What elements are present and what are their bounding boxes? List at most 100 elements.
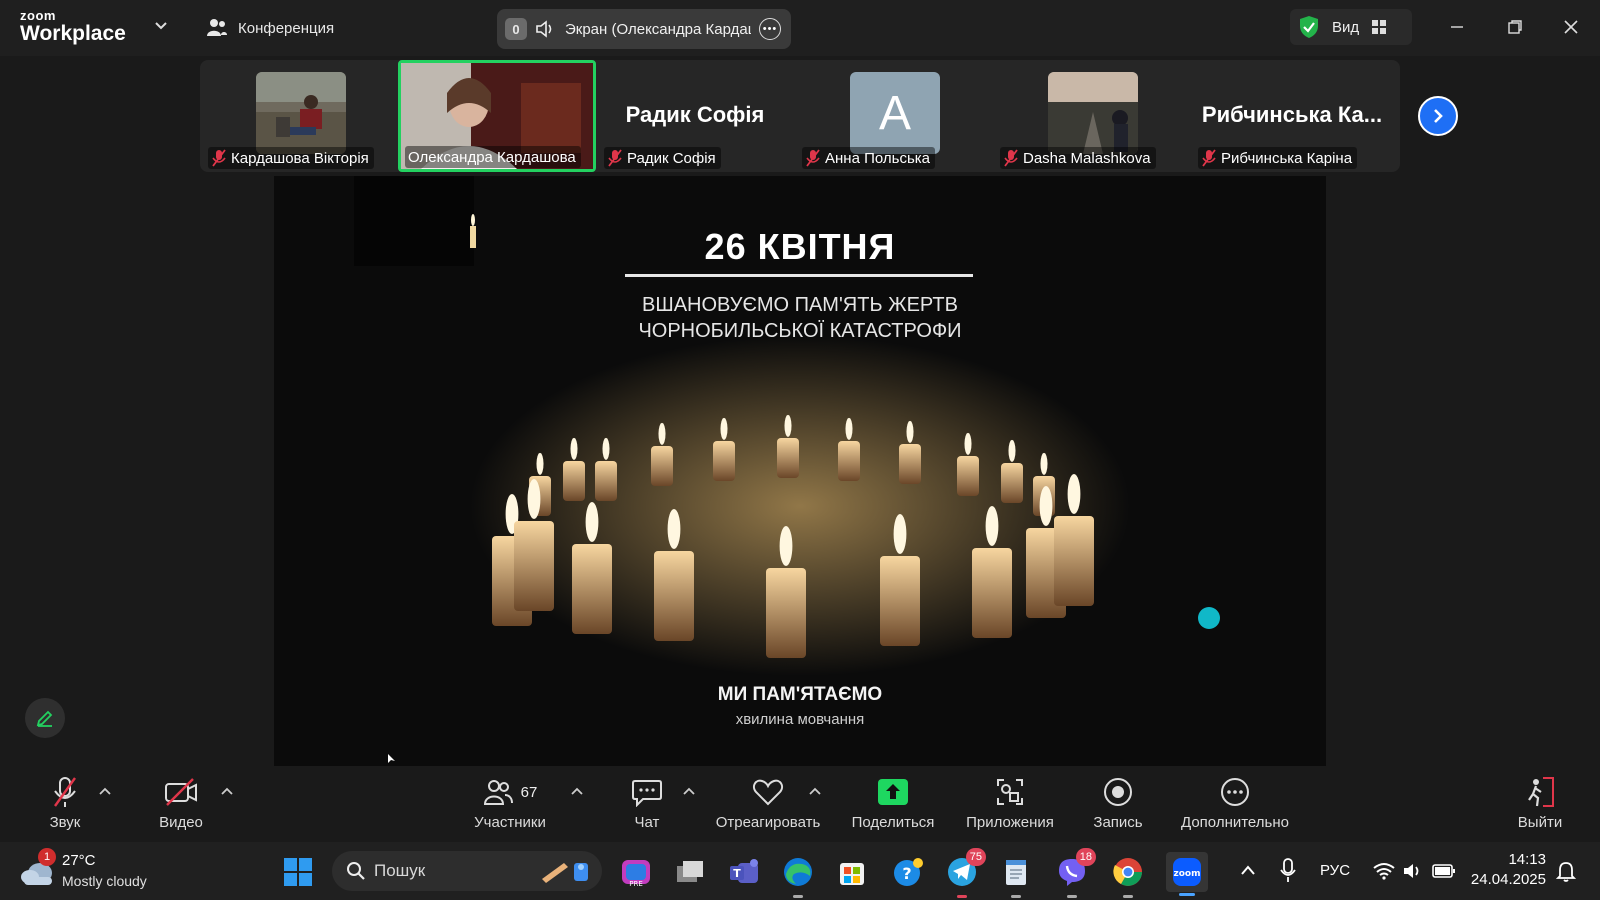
screen-share-pill[interactable]: 0 Экран (Олександра Кардашова) •••	[497, 9, 791, 49]
mic-off-icon	[1202, 149, 1216, 167]
copilot-icon: PRE	[622, 860, 650, 888]
notification-bell-icon[interactable]	[1556, 860, 1576, 882]
more-label: Дополнительно	[1181, 814, 1289, 831]
store-icon	[840, 863, 864, 885]
start-button[interactable]	[280, 854, 316, 890]
record-button[interactable]: Запись	[1086, 768, 1150, 842]
shared-screen: 26 КВІТНЯ ВШАНОВУЄМО ПАМ'ЯТЬ ЖЕРТВ ЧОРНО…	[274, 176, 1326, 766]
taskbar-app-edge[interactable]	[780, 854, 816, 898]
help-icon: ?	[894, 858, 923, 886]
participant-name: Кардашова Вікторія	[231, 149, 369, 167]
taskbar-app-zoom[interactable]: zoom	[1166, 852, 1208, 896]
participants-label: Участники	[474, 814, 546, 831]
weather-widget[interactable]: 1 27°C Mostly cloudy	[20, 848, 180, 894]
participants-icon	[483, 780, 513, 805]
running-indicator	[1067, 895, 1077, 898]
participant-tile[interactable]: A Анна Польська	[794, 60, 992, 172]
taskbar-app-teams[interactable]: T	[726, 854, 762, 890]
taskbar-app-copilot[interactable]: PRE	[618, 854, 654, 890]
participants-button[interactable]: 67 Участники	[470, 768, 550, 842]
chevron-up-icon[interactable]	[570, 786, 584, 796]
participant-tile[interactable]: Радик Софія Радик Софія	[596, 60, 794, 172]
wifi-icon[interactable]	[1372, 862, 1396, 880]
zoom-logo: zoom Workplace	[20, 9, 126, 44]
search-placeholder: Пошук	[374, 861, 426, 880]
taskbar-app-store[interactable]	[834, 854, 870, 890]
notepad-icon	[1006, 860, 1026, 885]
taskbar-app-telegram[interactable]: 75	[944, 848, 986, 898]
taskbar-app-help[interactable]: ?	[890, 854, 926, 890]
chat-button[interactable]: Чат	[622, 768, 672, 842]
chevron-up-icon[interactable]	[220, 786, 234, 796]
participant-name: Радик Софія	[627, 149, 716, 167]
apps-button[interactable]: Приложения	[960, 768, 1060, 842]
participant-nameplate: Dasha Malashkova	[1000, 147, 1156, 169]
edge-icon	[784, 858, 812, 886]
participant-nameplate: Олександра Кардашова	[405, 146, 581, 168]
react-label: Отреагировать	[715, 814, 821, 831]
screen-share-label: Экран (Олександра Кардашова)	[565, 20, 751, 38]
running-indicator	[793, 895, 803, 898]
svg-text:?: ?	[902, 864, 911, 883]
participant-display-name: Рибчинська Ка...	[1201, 102, 1383, 127]
participant-nameplate: Радик Софія	[604, 147, 721, 169]
slide-footer-subtitle: хвилина мовчання	[735, 711, 865, 728]
mic-off-icon	[1004, 149, 1018, 167]
taskbar-app-viber[interactable]: 18	[1054, 848, 1096, 898]
annotate-button[interactable]	[25, 698, 65, 738]
participant-tile[interactable]: Рибчинська Ка... Рибчинська Каріна	[1190, 60, 1394, 172]
taskbar-app-task-view[interactable]	[672, 854, 708, 890]
audio-button[interactable]: Звук	[40, 768, 90, 842]
slide-subtitle-line: ЧОРНОБИЛЬСЬКОЇ КАТАСТРОФИ	[638, 320, 962, 342]
participant-tile-active-speaker[interactable]: Олександра Кардашова	[398, 60, 596, 172]
chevron-up-icon[interactable]	[1240, 864, 1256, 876]
mic-off-icon	[212, 149, 226, 167]
share-screen-icon	[878, 779, 908, 805]
react-button[interactable]: Отреагировать	[712, 768, 824, 842]
pencil-icon	[36, 710, 53, 727]
participant-nameplate: Рибчинська Каріна	[1198, 147, 1358, 169]
video-button[interactable]: Видео	[156, 768, 206, 842]
taskbar-app-notepad[interactable]	[998, 854, 1034, 898]
svg-text:T: T	[733, 867, 741, 880]
input-language[interactable]: РУС	[1320, 862, 1350, 879]
leave-button[interactable]: Выйти	[1510, 768, 1570, 842]
minimize-button[interactable]	[1442, 12, 1472, 42]
view-menu[interactable]: Вид	[1290, 9, 1412, 45]
chevron-up-icon[interactable]	[98, 786, 112, 796]
grid-icon	[1372, 20, 1387, 34]
people-icon	[207, 19, 227, 36]
participant-tile[interactable]: Dasha Malashkova	[992, 60, 1190, 172]
participant-name: Dasha Malashkova	[1023, 149, 1151, 167]
restore-button[interactable]	[1500, 12, 1530, 42]
chevron-down-icon[interactable]	[153, 18, 169, 34]
close-button[interactable]	[1556, 12, 1586, 42]
chevron-up-icon[interactable]	[808, 786, 822, 796]
meeting-toolbar: Звук Видео 67 Участники Чат Отреагироват…	[0, 768, 1600, 842]
share-button[interactable]: Поделиться	[848, 768, 938, 842]
teams-icon: T	[730, 859, 758, 883]
meeting-info-button[interactable]: Конференция	[206, 18, 334, 38]
gallery-next-button[interactable]	[1418, 96, 1458, 136]
taskbar-clock[interactable]: 14:13 24.04.2025	[1466, 850, 1546, 890]
clock-date: 24.04.2025	[1470, 871, 1546, 888]
microphone-icon[interactable]	[1280, 858, 1296, 884]
meeting-label: Конференция	[238, 19, 335, 37]
view-label: Вид	[1332, 18, 1360, 36]
mic-off-icon	[608, 149, 622, 167]
taskbar-app-chrome[interactable]	[1110, 854, 1146, 898]
taskbar-search[interactable]: Пошук	[332, 851, 602, 891]
volume-icon[interactable]	[1402, 861, 1424, 881]
slide-title: 26 КВІТНЯ	[704, 226, 896, 267]
participant-name: Анна Польська	[825, 149, 930, 167]
battery-icon[interactable]	[1432, 863, 1456, 879]
close-icon	[1564, 20, 1578, 34]
more-button[interactable]: Дополнительно	[1174, 768, 1296, 842]
weather-badge: 1	[38, 848, 56, 866]
participant-nameplate: Анна Польська	[802, 147, 935, 169]
participant-tile[interactable]: Кардашова Вікторія	[200, 60, 398, 172]
chevron-up-icon[interactable]	[682, 786, 696, 796]
video-off-icon	[165, 778, 197, 806]
more-icon[interactable]: •••	[759, 18, 781, 40]
speaker-icon[interactable]	[535, 19, 557, 39]
